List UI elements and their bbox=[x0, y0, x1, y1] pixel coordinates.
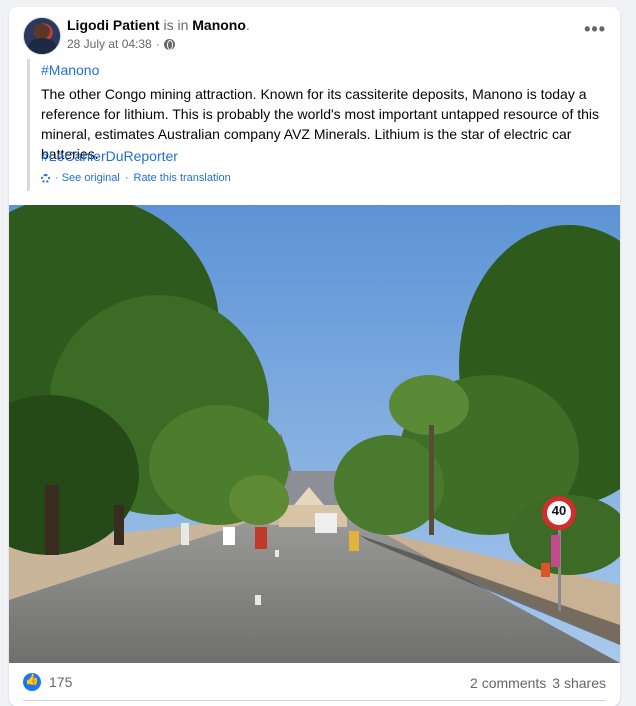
rate-translation-link[interactable]: Rate this translation bbox=[134, 172, 231, 184]
translation-links: · See original · Rate this translation bbox=[41, 172, 231, 184]
engagement-counts: 2 comments 3 shares bbox=[470, 675, 606, 691]
see-original-link[interactable]: · See original bbox=[55, 172, 120, 184]
author-avatar[interactable] bbox=[23, 17, 61, 55]
shares-count[interactable]: 3 shares bbox=[552, 675, 606, 691]
likes-count[interactable]: 175 bbox=[49, 674, 72, 690]
header-action: is in bbox=[163, 17, 189, 33]
globe-icon[interactable] bbox=[163, 38, 175, 50]
post-date[interactable]: 28 July at 04:38 bbox=[67, 37, 152, 51]
hashtag-manono[interactable]: #Manono bbox=[41, 60, 611, 80]
more-options-icon[interactable]: ••• bbox=[584, 19, 606, 40]
post-header: Ligodi Patient is in Manono. bbox=[67, 17, 250, 33]
author-name[interactable]: Ligodi Patient bbox=[67, 17, 160, 33]
photo-street-scene bbox=[9, 205, 620, 663]
comments-count[interactable]: 2 comments bbox=[470, 675, 546, 691]
footer-divider bbox=[23, 700, 606, 701]
post-photo[interactable]: 40 bbox=[9, 205, 620, 663]
header-period: . bbox=[245, 17, 250, 33]
gear-icon[interactable] bbox=[41, 173, 50, 183]
speed-sign-label: 40 bbox=[551, 503, 567, 518]
post-meta: 28 July at 04:38 · bbox=[67, 37, 175, 51]
place-name[interactable]: Manono bbox=[192, 17, 246, 33]
like-icon bbox=[23, 673, 41, 691]
translation-dot: · bbox=[124, 172, 129, 184]
translation-quote-bar bbox=[27, 59, 30, 191]
meta-separator: · bbox=[155, 37, 160, 51]
post-card: Ligodi Patient is in Manono. 28 July at … bbox=[9, 7, 620, 706]
hashtag-lecahierdureporter[interactable]: #LeCahierDuReporter bbox=[41, 146, 611, 166]
reactions-summary[interactable]: 175 bbox=[23, 673, 72, 691]
